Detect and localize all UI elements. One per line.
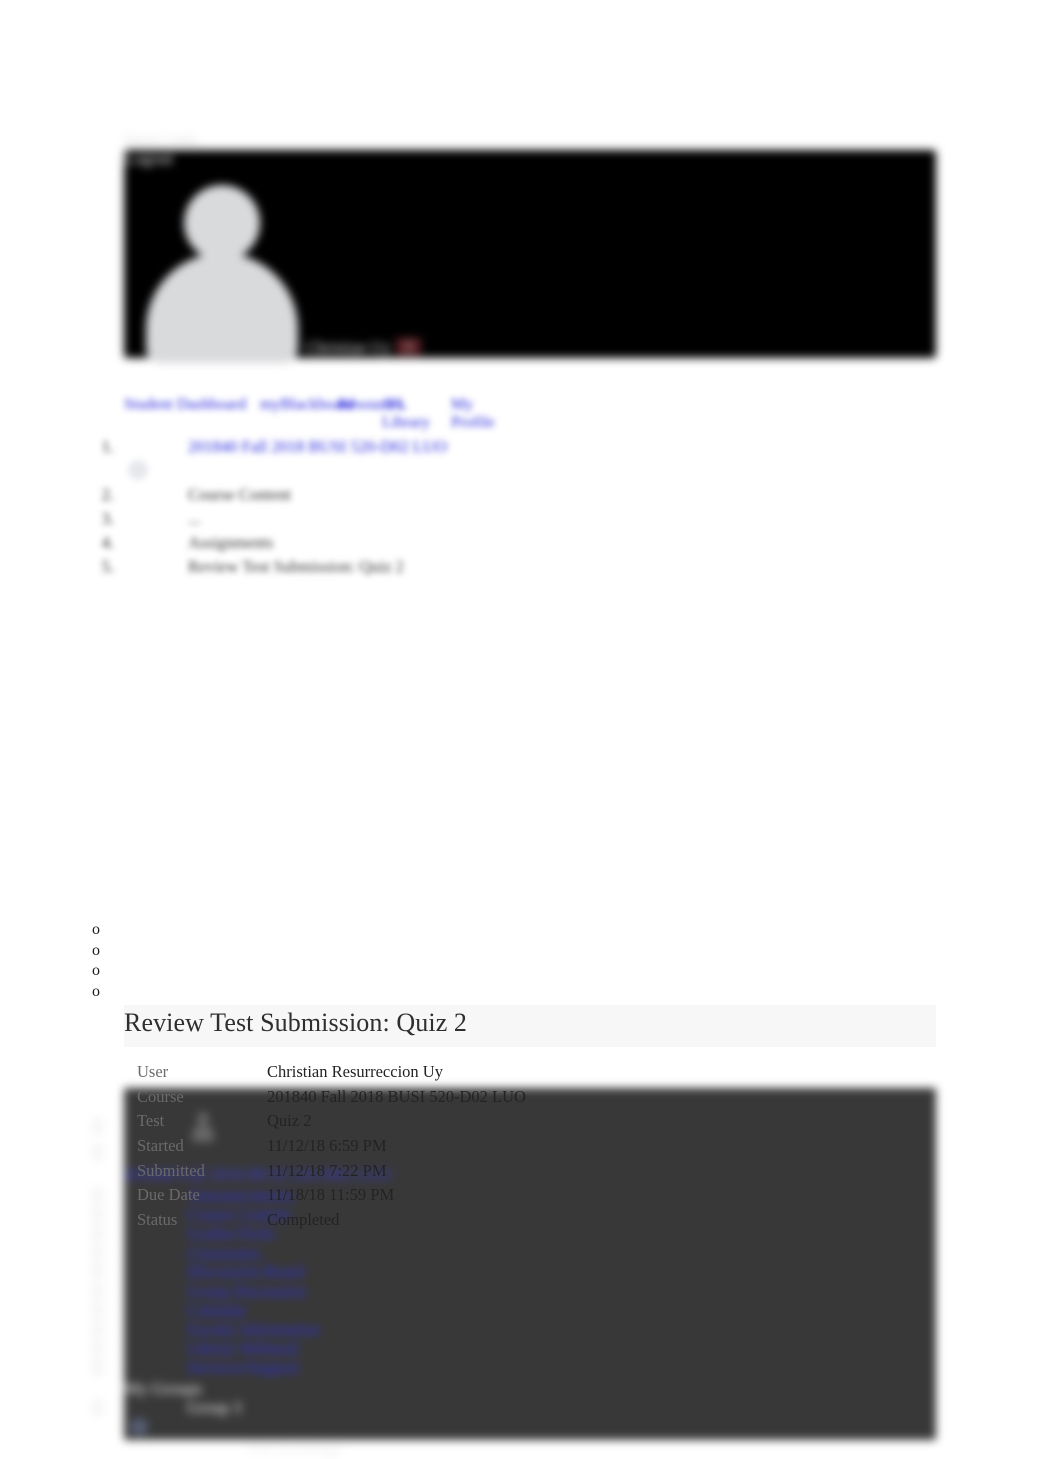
- missing-glyph-icon: [93, 1265, 102, 1278]
- group-icon: [130, 1418, 148, 1436]
- group-link-file-exchange[interactable]: File Exchange: [248, 1439, 343, 1459]
- detail-value: 11/12/18 7:22 PM: [267, 1160, 387, 1180]
- detail-label: Due Date: [137, 1185, 200, 1205]
- detail-value: 201840 Fall 2018 BUSI 520-D02 LUO: [267, 1086, 526, 1106]
- detail-value: Quiz 2: [267, 1111, 312, 1131]
- sub-bullet-marker: o: [92, 941, 100, 959]
- detail-value: Christian Resurreccion Uy: [267, 1062, 443, 1081]
- detail-value: 11/18/18 11:59 PM: [267, 1185, 395, 1205]
- table-row: Started 11/12/18 6:59 PM: [137, 1136, 777, 1161]
- user-name-label: Christian Uy: [306, 338, 391, 357]
- course-link-group-discussion[interactable]: Group Discussion: [187, 1282, 306, 1302]
- quick-links-label: Quick Links: [124, 133, 199, 149]
- missing-glyph-icon: [93, 1401, 102, 1414]
- nav-item-my-profile[interactable]: My Profile: [451, 396, 511, 432]
- notification-badge[interactable]: 2: [396, 338, 421, 355]
- user-avatar-icon: [138, 185, 306, 363]
- missing-glyph-icon: [93, 1227, 102, 1240]
- missing-glyph-icon: [93, 1146, 102, 1159]
- breadcrumb-label[interactable]: Course Content: [188, 485, 291, 504]
- detail-label: Course: [137, 1086, 184, 1106]
- breadcrumb-number: 2.: [101, 485, 114, 504]
- course-link-calendar[interactable]: Calendar: [187, 1301, 247, 1321]
- missing-glyph-icon: [93, 1323, 102, 1336]
- missing-glyph-icon: [93, 1208, 102, 1221]
- detail-value: 11/12/18 6:59 PM: [267, 1136, 387, 1156]
- course-link-services-support[interactable]: Services/Support: [187, 1358, 300, 1378]
- course-link-liberty-webmail[interactable]: Liberty Webmail: [187, 1339, 299, 1359]
- missing-glyph-icon: [93, 1342, 102, 1355]
- missing-glyph-icon: [93, 1120, 102, 1133]
- table-row: User Christian Resurreccion Uy: [137, 1062, 777, 1087]
- table-row: Course 201840 Fall 2018 BUSI 520-D02 LUO: [137, 1087, 777, 1112]
- course-link-classmates[interactable]: Classmates: [187, 1244, 261, 1264]
- top-navigation: Student Dashboard myBlackboard Resources…: [124, 396, 644, 432]
- my-groups-heading: My Groups: [124, 1379, 202, 1398]
- breadcrumb-item[interactable]: 2. Course Content: [88, 485, 608, 509]
- breadcrumb-number: 1.: [101, 437, 114, 456]
- course-menu-region: 201840 Fall 2018 BUSI 520-D02 LUO Announ…: [0, 520, 1062, 1458]
- sub-bullet-marker: o: [92, 921, 100, 938]
- detail-label: User: [137, 1062, 169, 1081]
- missing-glyph-icon: [93, 1246, 102, 1259]
- sub-bullet-marker: o: [92, 962, 100, 980]
- nav-item-myblackboard[interactable]: myBlackboard: [260, 396, 354, 414]
- page-title: Review Test Submission: Quiz 2: [124, 1008, 468, 1037]
- detail-label: Started: [137, 1136, 184, 1156]
- missing-glyph-icon: [93, 1285, 102, 1298]
- missing-glyph-icon: [93, 1189, 102, 1202]
- group-link-group-3[interactable]: Group 3: [187, 1398, 242, 1418]
- submission-details-table: User Christian Resurreccion Uy Course 20…: [137, 1062, 777, 1235]
- logout-link[interactable]: Logout: [124, 149, 173, 169]
- nav-item-student-dashboard[interactable]: Student Dashboard: [124, 396, 260, 414]
- nav-item-jfl-library[interactable]: JFL Library: [382, 396, 451, 432]
- breadcrumb-label[interactable]: 201840 Fall 2018 BUSI 520-D02 LUO: [188, 437, 447, 456]
- detail-label: Submitted: [137, 1160, 205, 1180]
- nav-item-resources[interactable]: Resources: [338, 396, 404, 414]
- missing-glyph-icon: [93, 1361, 102, 1374]
- header-banner-region: Quick Links Logout Christian Uy 2: [0, 0, 1062, 400]
- detail-label: Test: [137, 1111, 165, 1131]
- table-row: Test Quiz 2: [137, 1111, 777, 1136]
- sub-bullet-list: o o o o: [92, 920, 100, 1002]
- table-row: Submitted 11/12/18 7:22 PM: [137, 1161, 777, 1186]
- detail-label: Status: [137, 1210, 178, 1230]
- table-row: Due Date 11/18/18 11:59 PM: [137, 1185, 777, 1210]
- missing-glyph-icon: [93, 1304, 102, 1317]
- course-link-discussion-board[interactable]: Discussion Board: [187, 1262, 304, 1282]
- table-row: Status Completed: [137, 1210, 777, 1235]
- detail-value: Completed: [267, 1210, 340, 1230]
- sub-bullet-marker: o: [92, 982, 100, 1000]
- breadcrumb-item[interactable]: 1. 201840 Fall 2018 BUSI 520-D02 LUO: [88, 437, 608, 461]
- course-link-faculty-information[interactable]: Faculty Information: [187, 1320, 319, 1340]
